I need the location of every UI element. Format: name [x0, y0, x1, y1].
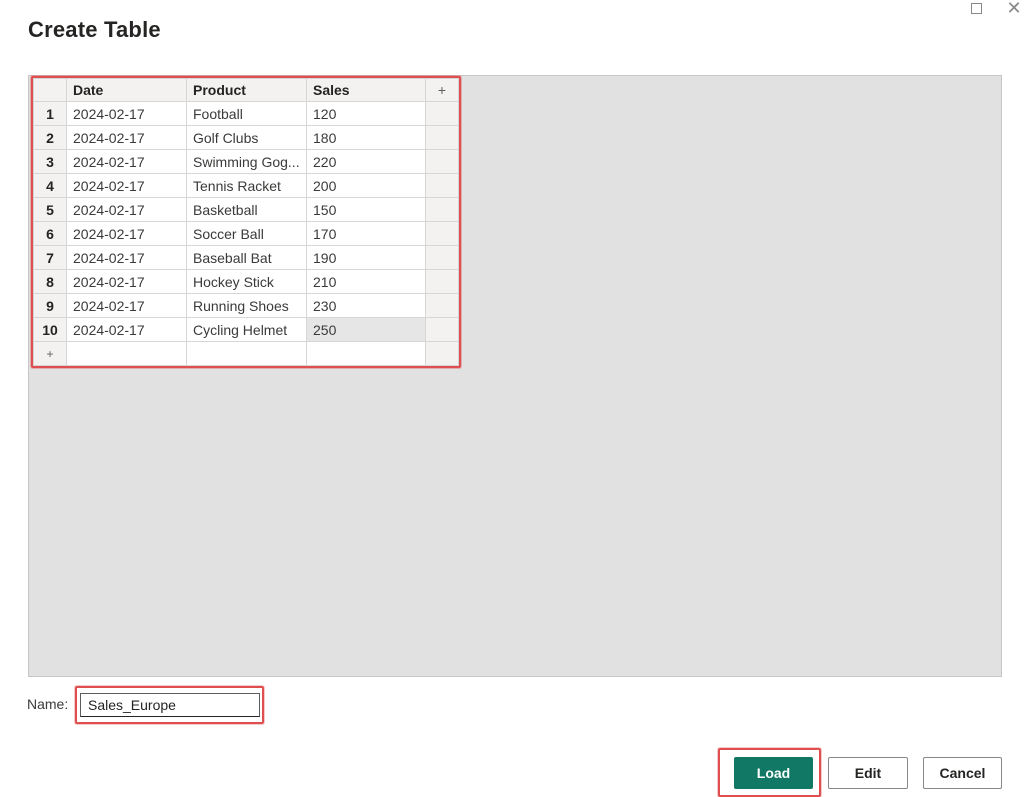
table-row: 3 2024-02-17 Swimming Gog... 220	[33, 149, 459, 174]
cell-date[interactable]: 2024-02-17	[66, 101, 187, 126]
cell-sales[interactable]: 220	[306, 149, 426, 174]
data-table: Date Product Sales + 1 2024-02-17 Footba…	[33, 78, 459, 366]
row-number[interactable]: 10	[33, 317, 67, 342]
row-number[interactable]: 1	[33, 101, 67, 126]
create-table-dialog: Create Table ✕ Date Product Sales + 1 20…	[0, 0, 1024, 797]
edit-button[interactable]: Edit	[828, 757, 908, 789]
empty-cell	[425, 125, 459, 150]
add-row-button[interactable]: +	[33, 341, 67, 366]
cell-date[interactable]: 2024-02-17	[66, 125, 187, 150]
table-row: 9 2024-02-17 Running Shoes 230	[33, 293, 459, 318]
row-number[interactable]: 6	[33, 221, 67, 246]
cell-sales[interactable]: 150	[306, 197, 426, 222]
table-row: 1 2024-02-17 Football 120	[33, 101, 459, 126]
name-label: Name:	[27, 696, 69, 712]
table-row: 4 2024-02-17 Tennis Racket 200	[33, 173, 459, 198]
cell-date[interactable]: 2024-02-17	[66, 221, 187, 246]
cell-product[interactable]: Running Shoes	[186, 293, 307, 318]
column-header-sales[interactable]: Sales	[306, 78, 426, 102]
row-number[interactable]: 5	[33, 197, 67, 222]
close-icon[interactable]: ✕	[1004, 0, 1024, 17]
cell-date[interactable]: 2024-02-17	[66, 149, 187, 174]
cancel-button[interactable]: Cancel	[923, 757, 1002, 789]
name-field-highlight	[75, 686, 264, 724]
cell-sales[interactable]: 230	[306, 293, 426, 318]
name-input[interactable]	[80, 693, 260, 717]
column-header-date[interactable]: Date	[66, 78, 187, 102]
dialog-title: Create Table	[28, 17, 161, 42]
cell-product[interactable]: Basketball	[186, 197, 307, 222]
corner-cell	[33, 78, 67, 102]
cell-product[interactable]: Swimming Gog...	[186, 149, 307, 174]
cell-product[interactable]: Soccer Ball	[186, 221, 307, 246]
empty-cell	[425, 101, 459, 126]
empty-cell	[425, 197, 459, 222]
table-row: 6 2024-02-17 Soccer Ball 170	[33, 221, 459, 246]
empty-cell	[186, 341, 307, 366]
empty-cell	[425, 221, 459, 246]
cell-product[interactable]: Hockey Stick	[186, 269, 307, 294]
row-number[interactable]: 7	[33, 245, 67, 270]
cell-sales[interactable]: 210	[306, 269, 426, 294]
empty-cell	[425, 317, 459, 342]
cell-product[interactable]: Baseball Bat	[186, 245, 307, 270]
cell-sales[interactable]: 120	[306, 101, 426, 126]
cell-date[interactable]: 2024-02-17	[66, 197, 187, 222]
cell-date[interactable]: 2024-02-17	[66, 293, 187, 318]
cell-sales[interactable]: 180	[306, 125, 426, 150]
cell-product[interactable]: Cycling Helmet	[186, 317, 307, 342]
empty-cell	[425, 245, 459, 270]
empty-cell	[425, 269, 459, 294]
cell-sales-selected[interactable]: 250	[306, 317, 426, 342]
empty-cell	[425, 149, 459, 174]
table-row: 7 2024-02-17 Baseball Bat 190	[33, 245, 459, 270]
row-number[interactable]: 4	[33, 173, 67, 198]
row-number[interactable]: 2	[33, 125, 67, 150]
header-row: Date Product Sales +	[33, 78, 459, 102]
cell-product[interactable]: Tennis Racket	[186, 173, 307, 198]
table-row: 10 2024-02-17 Cycling Helmet 250	[33, 317, 459, 342]
table-row: 2 2024-02-17 Golf Clubs 180	[33, 125, 459, 150]
row-number[interactable]: 8	[33, 269, 67, 294]
column-header-product[interactable]: Product	[186, 78, 307, 102]
cell-product[interactable]: Golf Clubs	[186, 125, 307, 150]
row-number[interactable]: 9	[33, 293, 67, 318]
data-table-highlight: Date Product Sales + 1 2024-02-17 Footba…	[31, 76, 461, 368]
add-column-button[interactable]: +	[425, 78, 459, 102]
empty-cell	[425, 173, 459, 198]
cell-date[interactable]: 2024-02-17	[66, 173, 187, 198]
load-button[interactable]: Load	[734, 757, 813, 789]
maximize-icon[interactable]	[966, 0, 986, 16]
cell-sales[interactable]: 190	[306, 245, 426, 270]
empty-cell	[425, 341, 459, 366]
cell-sales[interactable]: 170	[306, 221, 426, 246]
empty-cell	[306, 341, 426, 366]
empty-cell	[425, 293, 459, 318]
cell-date[interactable]: 2024-02-17	[66, 317, 187, 342]
add-row: +	[33, 341, 459, 366]
cell-date[interactable]: 2024-02-17	[66, 245, 187, 270]
table-row: 5 2024-02-17 Basketball 150	[33, 197, 459, 222]
cell-product[interactable]: Football	[186, 101, 307, 126]
cell-date[interactable]: 2024-02-17	[66, 269, 187, 294]
table-row: 8 2024-02-17 Hockey Stick 210	[33, 269, 459, 294]
row-number[interactable]: 3	[33, 149, 67, 174]
empty-cell	[66, 341, 187, 366]
cell-sales[interactable]: 200	[306, 173, 426, 198]
